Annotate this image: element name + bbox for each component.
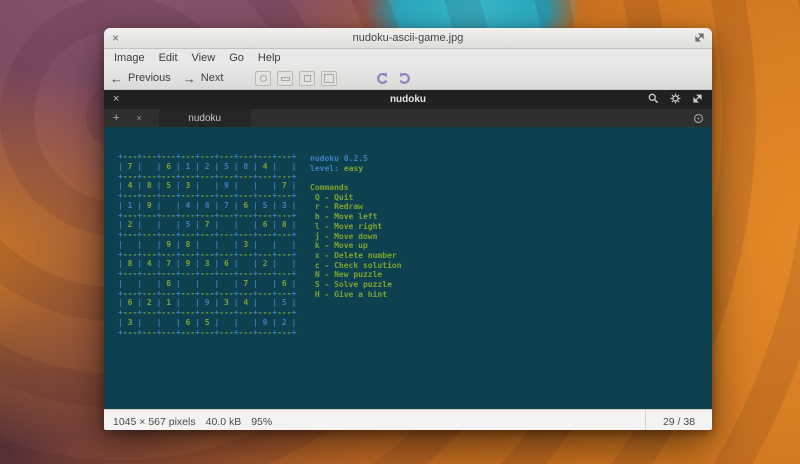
window-title: nudoku-ascii-game.jpg — [104, 32, 712, 44]
game-info-panel: nudoku 0.2.5 level:easy Commands Q - Qui… — [310, 154, 402, 299]
terminal-screen: +---+---+---+---+---+---+---+---+---+ | … — [104, 127, 712, 409]
terminal-titlebar-icons — [648, 93, 703, 104]
command-x: x - Delete number — [310, 251, 402, 261]
zoom-best-fit-icon[interactable] — [321, 71, 337, 86]
search-icon — [648, 93, 659, 104]
next-button[interactable]: → Next — [177, 67, 230, 89]
next-label: Next — [201, 72, 224, 84]
tab-close-icon: × — [136, 109, 141, 127]
command-H: H - Give a hint — [310, 290, 402, 300]
terminal-close-icon: × — [113, 90, 119, 109]
maximize-icon[interactable] — [694, 32, 705, 43]
image-position: 29 / 38 — [645, 410, 712, 430]
previous-button[interactable]: ← Previous — [104, 67, 177, 89]
new-tab-icon: + — [113, 109, 119, 127]
status-bar: 1045 × 567 pixels 40.0 kB 95% 29 / 38 — [104, 409, 712, 430]
arrow-left-icon: ← — [110, 71, 123, 86]
arrow-right-icon: → — [183, 71, 196, 86]
zoom-out-icon[interactable] — [277, 71, 293, 86]
zoom-normal-icon[interactable] — [299, 71, 315, 86]
close-icon[interactable]: × — [112, 29, 119, 47]
sudoku-grid: +---+---+---+---+---+---+---+---+---+ | … — [118, 152, 296, 337]
tab-menu-icon — [693, 113, 704, 124]
menu-edit[interactable]: Edit — [152, 49, 185, 67]
image-viewer-window: × nudoku-ascii-game.jpg ImageEditViewGoH… — [104, 28, 712, 430]
terminal-tab-nudoku: nudoku — [159, 109, 251, 127]
command-S: S - Solve puzzle — [310, 280, 402, 290]
command-c: c - Check solution — [310, 261, 402, 271]
command-j: j - Move down — [310, 232, 402, 242]
terminal-title: nudoku — [104, 94, 712, 105]
command-k: k - Move up — [310, 241, 402, 251]
image-dimensions: 1045 × 567 pixels — [113, 416, 196, 428]
gear-icon — [670, 93, 681, 104]
zoom-tools — [255, 71, 337, 86]
game-version: nudoku 0.2.5 — [310, 154, 402, 164]
menu-bar: ImageEditViewGoHelp — [104, 49, 712, 67]
menu-go[interactable]: Go — [222, 49, 251, 67]
command-Q: Q - Quit — [310, 193, 402, 203]
file-size: 40.0 kB — [206, 416, 242, 428]
zoom-in-icon[interactable] — [255, 71, 271, 86]
command-l: l - Move right — [310, 222, 402, 232]
command-r: r - Redraw — [310, 202, 402, 212]
terminal-maximize-icon — [692, 93, 703, 104]
status-left: 1045 × 567 pixels 40.0 kB 95% — [104, 410, 645, 430]
menu-view[interactable]: View — [185, 49, 223, 67]
terminal-titlebar: × nudoku — [104, 90, 712, 109]
menu-image[interactable]: Image — [107, 49, 152, 67]
previous-label: Previous — [128, 72, 171, 84]
viewer-titlebar[interactable]: × nudoku-ascii-game.jpg — [104, 28, 712, 49]
terminal-tabbar: + × nudoku — [104, 109, 712, 127]
rotate-right-icon[interactable] — [397, 71, 412, 86]
command-N: N - New puzzle — [310, 270, 402, 280]
desktop: × nudoku-ascii-game.jpg ImageEditViewGoH… — [0, 0, 800, 464]
rotate-left-icon[interactable] — [375, 71, 390, 86]
toolbar: ← Previous → Next — [104, 67, 712, 90]
game-level: level:easy — [310, 164, 402, 174]
zoom-level: 95% — [251, 416, 272, 428]
blank-line — [310, 173, 402, 183]
menu-help[interactable]: Help — [251, 49, 288, 67]
rotate-tools — [375, 71, 412, 86]
command-h: h - Move left — [310, 212, 402, 222]
commands-title: Commands — [310, 183, 402, 193]
image-display-area[interactable]: × nudoku + × nudoku — [104, 90, 712, 409]
